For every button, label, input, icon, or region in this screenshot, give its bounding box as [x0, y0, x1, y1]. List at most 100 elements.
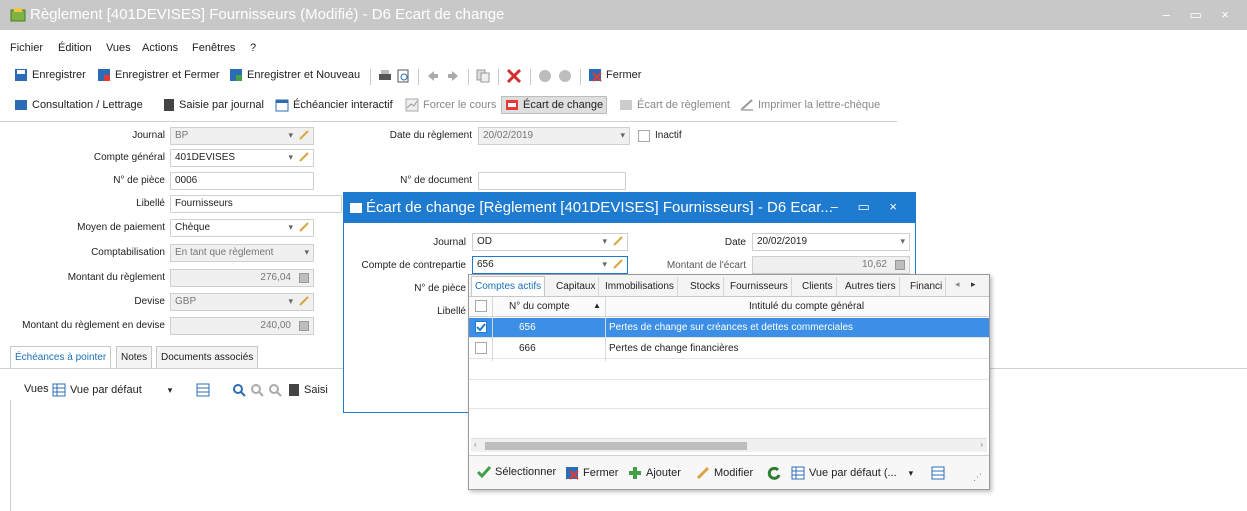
col-header-intitule[interactable]: Intitulé du compte général [749, 301, 864, 312]
circle-next-icon[interactable] [558, 69, 572, 83]
chevron-down-icon[interactable]: ▾ [602, 259, 607, 270]
tab-notes[interactable]: Notes [116, 346, 153, 368]
table-row[interactable]: 666 Pertes de change financières [469, 339, 989, 359]
row-checkbox[interactable] [475, 321, 487, 333]
chevron-down-icon[interactable]: ▾ [168, 385, 173, 396]
scroll-left-icon[interactable]: ‹ [474, 440, 477, 449]
menu-fichier[interactable]: Fichier [10, 42, 43, 54]
tab-scroll-left-icon[interactable]: ◂ [955, 279, 960, 290]
ecart-reglement-button[interactable]: Écart de règlement [619, 98, 730, 112]
date-reglement-field[interactable]: 20/02/2019 ▾ [478, 127, 630, 145]
close-button[interactable]: Fermer [588, 68, 641, 82]
tab-autres-tiers[interactable]: Autres tiers [842, 277, 900, 296]
tab-comptes-actifs[interactable]: Comptes actifs [471, 276, 546, 296]
chevron-down-icon[interactable]: ▾ [900, 236, 905, 247]
montant-reglement-field[interactable]: 276,04 [170, 269, 314, 287]
resize-grip-icon[interactable]: ⋰ [973, 472, 982, 483]
montant-ecart-field[interactable]: 10,62 [752, 256, 910, 274]
comptabilisation-field[interactable]: En tant que règlement ▾ [170, 244, 314, 262]
moyen-paiement-field[interactable]: Chèque ▾ [170, 219, 314, 237]
tab-capitaux[interactable]: Capitaux [553, 277, 600, 296]
compte-contrepartie-field[interactable]: 656 ▾ [472, 256, 628, 274]
circle-prev-icon[interactable] [538, 69, 552, 83]
dialog-journal-field[interactable]: OD ▾ [472, 233, 628, 251]
grid-settings-icon[interactable] [196, 383, 210, 397]
save-close-button[interactable]: Enregistrer et Fermer [97, 68, 220, 82]
calculator-icon[interactable] [895, 260, 905, 270]
menu-vues[interactable]: Vues [106, 42, 131, 54]
pencil-icon[interactable] [299, 296, 309, 306]
chevron-down-icon[interactable]: ▾ [620, 130, 625, 141]
search-minus-icon[interactable] [268, 383, 282, 397]
dialog-window-controls[interactable]: – ▭ × [831, 199, 905, 215]
menu-help[interactable]: ? [250, 42, 256, 54]
add-button[interactable]: Ajouter [628, 466, 681, 480]
search-plus-icon[interactable] [250, 383, 264, 397]
pencil-icon[interactable] [613, 259, 623, 269]
copy-icon[interactable] [476, 69, 490, 83]
menu-fenetres[interactable]: Fenêtres [192, 42, 235, 54]
journal-field[interactable]: BP ▾ [170, 127, 314, 145]
scroll-right-icon[interactable]: › [980, 440, 983, 449]
saisie-button-partial[interactable]: Saisi [288, 383, 328, 397]
echeancier-button[interactable]: Échéancier interactif [275, 98, 393, 112]
modify-button[interactable]: Modifier [696, 466, 753, 480]
forcer-cours-button[interactable]: Forcer le cours [405, 98, 496, 112]
col-header-compte[interactable]: N° du compte [509, 301, 570, 312]
inactif-checkbox[interactable] [638, 130, 650, 142]
consultation-lettrage-button[interactable]: Consultation / Lettrage [14, 98, 143, 112]
imprimer-lettre-cheque-button[interactable]: Imprimer la lettre-chèque [740, 98, 880, 112]
tab-stocks[interactable]: Stocks [687, 277, 725, 296]
chevron-down-icon[interactable]: ▾ [602, 236, 607, 247]
chevron-down-icon[interactable]: ▾ [304, 247, 309, 258]
table-row[interactable]: 656 Pertes de change sur créances et det… [469, 318, 989, 338]
horizontal-scrollbar[interactable]: ‹ › [471, 438, 987, 452]
montant-devise-field[interactable]: 240,00 [170, 317, 314, 335]
compte-general-field[interactable]: 401DEVISES ▾ [170, 149, 314, 167]
tab-fournisseurs[interactable]: Fournisseurs [727, 277, 792, 296]
devise-field[interactable]: GBP ▾ [170, 293, 314, 311]
popup-view-selector[interactable]: Vue par défaut (... ▾ [791, 466, 913, 480]
chevron-down-icon[interactable]: ▾ [288, 130, 293, 141]
chevron-down-icon[interactable]: ▾ [288, 222, 293, 233]
save-new-button[interactable]: Enregistrer et Nouveau [229, 68, 360, 82]
pencil-icon[interactable] [299, 152, 309, 162]
pencil-icon[interactable] [299, 222, 309, 232]
chevron-down-icon[interactable]: ▾ [288, 296, 293, 307]
tab-financiers[interactable]: Financi [907, 277, 947, 296]
calculator-icon[interactable] [299, 273, 309, 283]
row-checkbox[interactable] [475, 342, 487, 354]
chevron-down-icon[interactable]: ▾ [288, 152, 293, 163]
chevron-down-icon[interactable]: ▾ [909, 468, 914, 479]
numero-piece-field[interactable]: 0006 [170, 172, 314, 190]
arrow-left-icon[interactable] [426, 69, 440, 83]
pencil-icon[interactable] [299, 130, 309, 140]
window-controls[interactable]: – ▭ × [1163, 7, 1237, 23]
scrollbar-thumb[interactable] [485, 442, 747, 450]
menu-edition[interactable]: Édition [58, 42, 92, 54]
dialog-date-field[interactable]: 20/02/2019 ▾ [752, 233, 910, 251]
numero-document-field[interactable] [478, 172, 626, 190]
vue-selector[interactable]: Vue par défaut ▾ [52, 383, 172, 397]
calculator-icon[interactable] [299, 321, 309, 331]
select-all-checkbox[interactable] [475, 300, 487, 312]
print-preview-icon[interactable] [396, 69, 410, 83]
refresh-icon[interactable] [767, 466, 781, 480]
save-button[interactable]: Enregistrer [14, 68, 86, 82]
tab-echeances[interactable]: Échéances à pointer [10, 346, 112, 368]
saisie-journal-button[interactable]: Saisie par journal [163, 98, 264, 112]
ecart-change-button[interactable]: Écart de change [500, 96, 608, 114]
grid-settings-icon[interactable] [931, 466, 945, 480]
pencil-icon[interactable] [613, 236, 623, 246]
print-icon[interactable] [378, 69, 392, 83]
select-button[interactable]: Sélectionner [477, 466, 556, 478]
tab-immobilisations[interactable]: Immobilisations [602, 277, 678, 296]
delete-icon[interactable] [506, 68, 522, 84]
tab-clients[interactable]: Clients [799, 277, 837, 296]
search-icon[interactable] [232, 383, 246, 397]
menu-actions[interactable]: Actions [142, 42, 178, 54]
tab-scroll-right-icon[interactable]: ▸ [971, 279, 976, 290]
tab-documents[interactable]: Documents associés [156, 346, 259, 368]
libelle-field[interactable]: Fournisseurs [170, 195, 342, 213]
popup-close-button[interactable]: Fermer [565, 466, 618, 480]
